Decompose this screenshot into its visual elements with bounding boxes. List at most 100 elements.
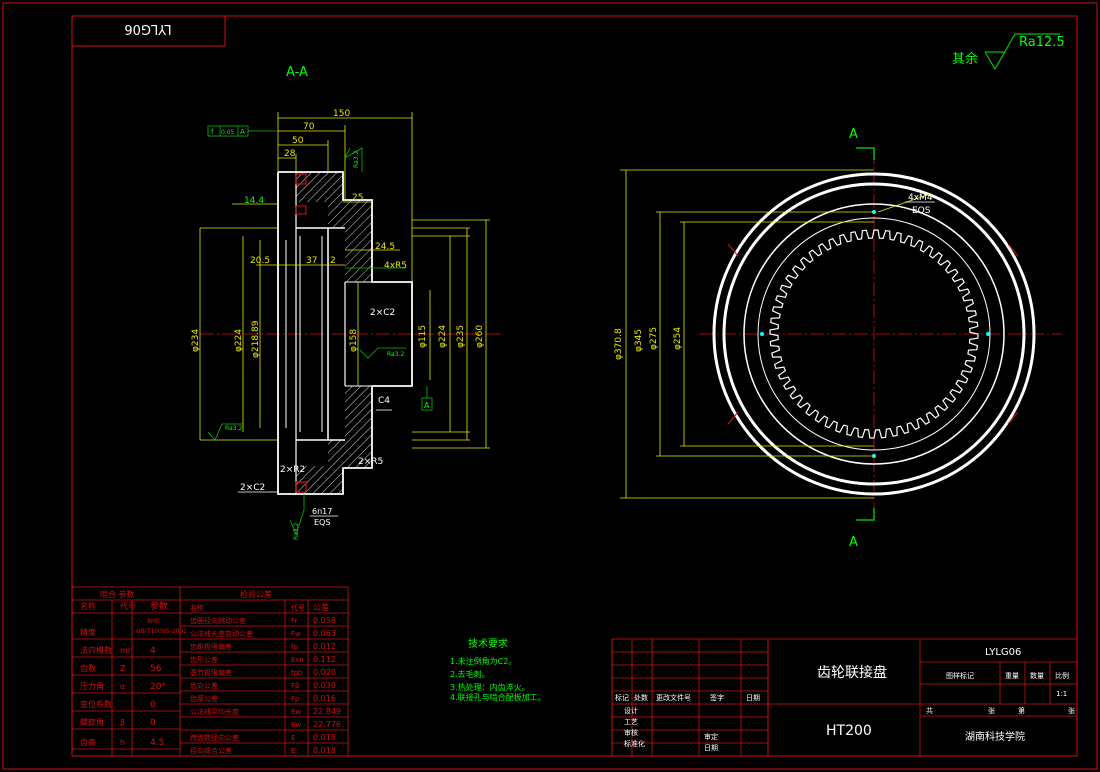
tol-sym: Ew <box>291 721 301 729</box>
tol-val: 0.012 <box>313 642 336 651</box>
tol-val: 0.018 <box>313 733 336 742</box>
tol-name: 齿圈径向跳动公差 <box>190 616 246 625</box>
gear-param-val: 4 <box>150 646 156 656</box>
tol-name: 径向综合公差 <box>190 746 232 755</box>
gear-param-name: 齿数 <box>80 663 96 673</box>
ra-left: Ra3.2 <box>225 425 242 432</box>
gear-param-val: 56 <box>150 664 162 674</box>
dia-224-right: φ224 <box>438 325 448 348</box>
tol-sym: Ew <box>291 708 301 716</box>
gear-param-val: 20° <box>150 682 166 692</box>
title-role: 设计 <box>624 706 638 715</box>
tol-sym: Esn <box>291 656 304 664</box>
title-role2: 日期 <box>704 744 718 752</box>
sheet-total-label: 共 <box>926 706 933 715</box>
dim-6n17: 6n17 <box>312 507 332 516</box>
stage-col-4: 比例 <box>1055 671 1069 680</box>
tol-name: 公法线平均长度 <box>190 707 239 716</box>
gear-param-name: 精度 <box>80 627 96 637</box>
front-view: A A φ370.8 φ345 φ275 φ254 4xM4 EQS <box>614 127 1062 550</box>
gear-header: 啮合 参数 <box>100 589 135 599</box>
tech-req-1: 1.未注倒角为C2。 <box>450 656 516 666</box>
tech-req-2: 2.去毛刺。 <box>450 669 490 679</box>
tol-name: 齿距极限偏差 <box>190 642 232 651</box>
outer-frame <box>2 2 1098 770</box>
title-role: 工艺 <box>624 718 638 726</box>
dim-150: 150 <box>333 109 350 119</box>
gear-params-grid: 啮合 参数 检验公差名称 代号 参数精度 8ME GB/T10095-2001 法向模数 mn… <box>72 589 348 757</box>
dia-158: φ158 <box>349 329 359 352</box>
tol-val: 0.016 <box>313 694 336 703</box>
tol-val: 0.018 <box>313 746 336 755</box>
dia-260: φ260 <box>475 325 485 348</box>
gear-param-val: 0 <box>150 700 156 710</box>
tol-sym: Fβ <box>291 682 300 690</box>
cut-label-bottom: A <box>849 535 858 550</box>
school-name: 湖南科技学院 <box>965 730 1025 743</box>
cut-label-top: A <box>849 127 858 142</box>
ra-top: Ra3.2 <box>353 151 360 168</box>
dim-2xr2: 2×R2 <box>280 465 305 475</box>
sheet-no-unit: 张 <box>1068 706 1075 715</box>
cad-drawing: LYLG06 A-A 其余 Ra12.5 150 70 50 28 25 f 0… <box>2 2 1098 770</box>
dim-70: 70 <box>303 122 315 132</box>
dia-224-left: φ224 <box>234 329 244 352</box>
gear-param-val: GB/T10095-2001 <box>136 628 187 635</box>
tol-val: 0.020 <box>313 668 336 677</box>
dim-24-5: 24.5 <box>375 242 395 252</box>
title-col-label: 签字 <box>710 693 724 702</box>
gear-param-name: 压力角 <box>80 681 104 691</box>
gear-param-name: 变位系数 <box>80 699 112 709</box>
gear-param-name: 名称 <box>80 601 96 611</box>
gear-param-name: 齿高 <box>80 737 96 747</box>
tol-name: 齿形公差 <box>190 655 218 664</box>
tol-val: 0.063 <box>313 629 336 638</box>
tol-sym: fpb <box>291 669 303 677</box>
dia-235: φ235 <box>456 325 466 348</box>
tol-val: 22.776 <box>313 720 341 729</box>
dia-254: φ254 <box>673 327 683 350</box>
gear-param-sym: Z <box>120 664 126 673</box>
roughness-value: Ra12.5 <box>1019 35 1065 50</box>
dim-50: 50 <box>292 136 304 146</box>
tol-name: 齿厚公差 <box>190 694 218 703</box>
dia-345: φ345 <box>634 329 644 352</box>
gear-param-name: 螺旋角 <box>80 717 104 727</box>
tol-val: 公差 <box>313 602 329 612</box>
tol-symbol: f <box>211 128 214 136</box>
dim-25: 25 <box>352 193 363 203</box>
sheet-total-unit: 张 <box>988 706 995 715</box>
dim-2xc2-bot: 2×C2 <box>240 483 265 493</box>
title-role: 审核 <box>624 728 638 737</box>
title-grid: 标记 处数 更改文件号 签字 日期设计工艺审核标准化审定日期 <box>611 639 769 756</box>
tech-req-4: 4.联接孔与啮合配板加工。 <box>450 692 546 702</box>
eqs-left: EQS <box>314 518 330 527</box>
title-role: 标准化 <box>624 739 645 748</box>
dim-4xr5: 4xR5 <box>384 261 407 271</box>
dia-275: φ275 <box>649 327 659 350</box>
tol-sym: E <box>291 734 295 742</box>
tol-val: 0.030 <box>313 681 336 690</box>
dim-c4: C4 <box>378 396 390 406</box>
eqs-right: EQS <box>912 206 931 216</box>
ra-bottom: Ra3.2 <box>293 523 300 540</box>
dim-2xr5: 2×R5 <box>358 457 383 467</box>
tol-val: 22.849 <box>313 707 341 716</box>
section-label: A-A <box>286 65 308 80</box>
holes-4xm4: 4xM4 <box>908 193 933 203</box>
tol-header: 检验公差 <box>240 589 272 599</box>
tol-name: 名称 <box>190 603 204 612</box>
part-name: 齿轮联接盘 <box>817 664 887 681</box>
datum-label: A <box>424 401 430 410</box>
stage-col-2: 重量 <box>1005 672 1019 680</box>
tol-name: 齿向公差 <box>190 681 218 690</box>
tol-val: 0.058 <box>313 616 336 625</box>
tol-val: 0.112 <box>313 655 336 664</box>
tol-sym: 代号 <box>291 603 305 612</box>
dim-2xc2-mid: 2×C2 <box>370 308 395 318</box>
stage-col-3: 数量 <box>1030 671 1044 680</box>
dim-14-4: 14.4 <box>244 196 264 206</box>
dia-370-8: φ370.8 <box>614 328 624 360</box>
dim-28: 28 <box>284 149 296 159</box>
tol-sym: Fw <box>291 630 301 638</box>
